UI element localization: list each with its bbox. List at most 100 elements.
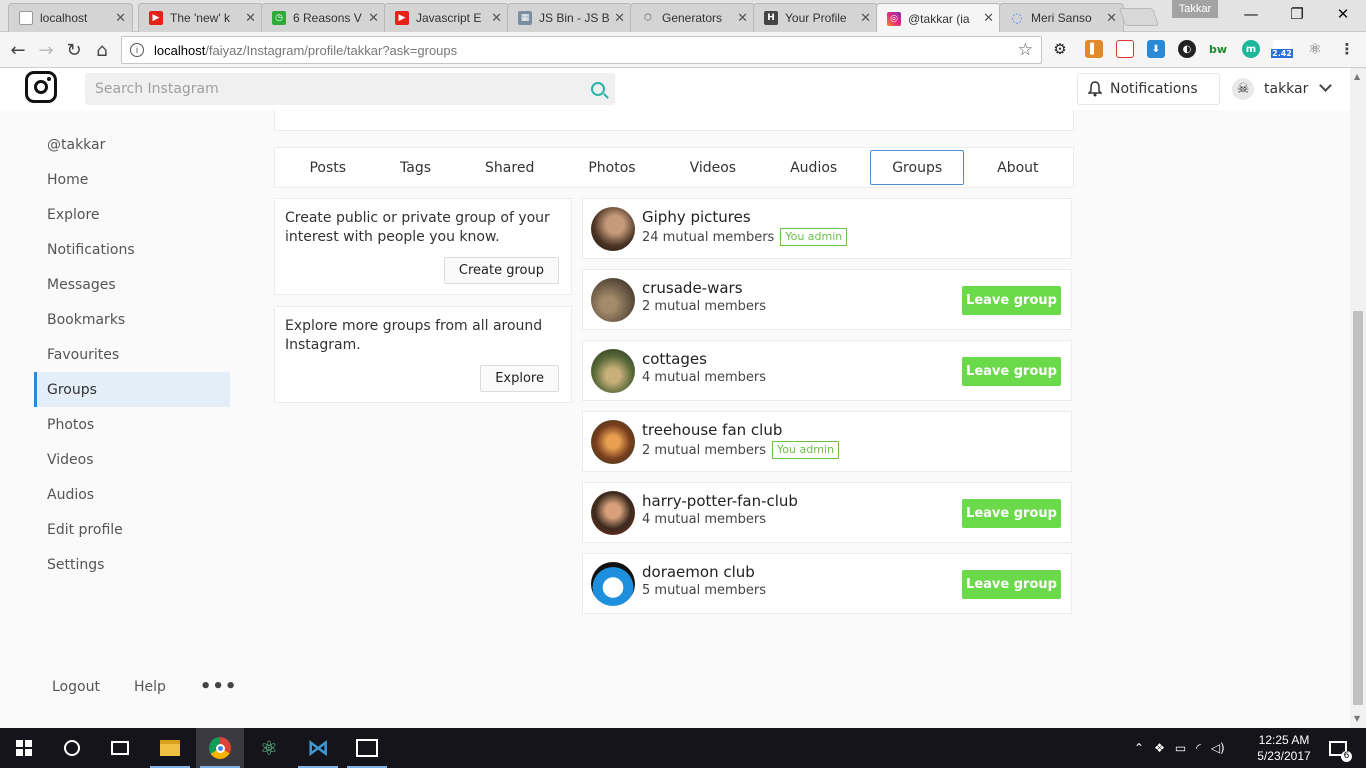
bw-extension-icon[interactable]: bw [1209, 40, 1227, 58]
sidebar-item-groups[interactable]: Groups [34, 372, 230, 407]
scroll-down-icon[interactable]: ▼ [1354, 714, 1360, 723]
group-item[interactable]: crusade-wars 2 mutual members Leave grou… [582, 269, 1072, 330]
browser-tab[interactable]: ▶ The 'new' k ✕ [138, 3, 263, 32]
close-icon[interactable]: ✕ [115, 11, 126, 26]
more-icon[interactable]: ••• [200, 676, 238, 697]
sidebar-item-profile[interactable]: @takkar [34, 127, 230, 162]
m-extension-icon[interactable]: m [1242, 40, 1260, 58]
window-close-icon[interactable]: ✕ [1320, 0, 1366, 28]
url-bar[interactable]: i localhost/faiyaz/Instagram/profile/tak… [121, 36, 1042, 64]
tab-photos[interactable]: Photos [567, 150, 656, 185]
group-item[interactable]: Giphy pictures 24 mutual members You adm… [582, 198, 1072, 259]
extension-icon[interactable]: ⚛ [1306, 40, 1324, 58]
tab-tags[interactable]: Tags [379, 150, 452, 185]
page-scrollbar[interactable]: ▲ ▼ [1350, 68, 1366, 728]
tab-shared[interactable]: Shared [464, 150, 555, 185]
close-icon[interactable]: ✕ [737, 11, 748, 26]
close-icon[interactable]: ✕ [368, 11, 379, 26]
help-link[interactable]: Help [134, 679, 166, 695]
sidebar-item-edit-profile[interactable]: Edit profile [34, 512, 230, 547]
sidebar-item-audios[interactable]: Audios [34, 477, 230, 512]
browser-tab[interactable]: ◌ Meri Sanso ✕ [999, 3, 1124, 32]
scroll-up-icon[interactable]: ▲ [1354, 72, 1360, 81]
close-icon[interactable]: ✕ [614, 11, 625, 26]
user-menu-button[interactable]: ☠ takkar [1226, 73, 1346, 105]
sidebar-item-settings[interactable]: Settings [34, 547, 230, 582]
group-item[interactable]: treehouse fan club 2 mutual members You … [582, 411, 1072, 472]
menu-icon[interactable]: ⋮ [1338, 40, 1356, 58]
forward-icon[interactable]: → [34, 38, 58, 62]
close-icon[interactable]: ✕ [245, 11, 256, 26]
instagram-logo[interactable] [25, 71, 57, 103]
chevron-up-icon[interactable]: ⌃ [1134, 741, 1144, 755]
browser-tab[interactable]: H Your Profile ✕ [753, 3, 878, 32]
tab-posts[interactable]: Posts [288, 150, 367, 185]
chrome-icon[interactable] [196, 728, 244, 768]
close-icon[interactable]: ✕ [983, 11, 994, 26]
minimize-icon[interactable]: — [1228, 0, 1274, 28]
new-tab-button[interactable] [1118, 8, 1160, 26]
cortana-icon[interactable] [48, 728, 96, 768]
close-icon[interactable]: ✕ [491, 11, 502, 26]
volume-icon[interactable]: ◁) [1211, 741, 1225, 755]
browser-tab[interactable]: ▦ JS Bin - JS B ✕ [507, 3, 632, 32]
browser-tab-active[interactable]: ◎ @takkar (ia ✕ [876, 3, 1001, 33]
reload-icon[interactable]: ↻ [62, 38, 86, 62]
atom-icon[interactable]: ⚛ [245, 728, 293, 768]
notifications-button[interactable]: Notifications [1077, 73, 1220, 105]
gear-extension-icon[interactable]: ⚙ [1051, 40, 1069, 58]
extension-icon[interactable]: ▌ [1085, 40, 1103, 58]
battery-icon[interactable]: ▭ [1175, 741, 1186, 755]
create-group-button[interactable]: Create group [443, 257, 559, 284]
tab-groups[interactable]: Groups [870, 150, 965, 185]
group-item[interactable]: cottages 4 mutual members Leave group [582, 340, 1072, 401]
group-name[interactable]: cottages [642, 350, 707, 368]
info-icon[interactable]: i [130, 43, 144, 57]
bookmark-star-icon[interactable]: ☆ [1018, 40, 1033, 60]
group-item[interactable]: harry-potter-fan-club 4 mutual members L… [582, 482, 1072, 543]
calendar-extension-icon[interactable] [1116, 40, 1134, 58]
wifi-icon[interactable]: ◜ [1196, 741, 1201, 755]
stats-extension-icon[interactable]: 2.42 [1271, 40, 1293, 58]
group-name[interactable]: doraemon club [642, 563, 755, 581]
browser-tab[interactable]: ⬡ Generators ✕ [630, 3, 755, 32]
explore-button[interactable]: Explore [480, 365, 559, 392]
close-icon[interactable]: ✕ [1106, 11, 1117, 26]
windows-start-icon[interactable] [0, 728, 48, 768]
home-icon[interactable]: ⌂ [90, 38, 114, 62]
leave-group-button[interactable]: Leave group [962, 357, 1061, 386]
group-name[interactable]: treehouse fan club [642, 421, 782, 439]
sidebar-item-notifications[interactable]: Notifications [34, 232, 230, 267]
photos-app-icon[interactable] [343, 728, 391, 768]
leave-group-button[interactable]: Leave group [962, 499, 1061, 528]
action-center-icon[interactable]: 6 [1318, 728, 1358, 768]
extension-icon[interactable]: ◐ [1178, 40, 1196, 58]
leave-group-button[interactable]: Leave group [962, 570, 1061, 599]
browser-tab[interactable]: localhost ✕ [8, 3, 133, 32]
search-icon[interactable] [591, 82, 605, 96]
sidebar-item-favourites[interactable]: Favourites [34, 337, 230, 372]
browser-tab[interactable]: ▶ Javascript E ✕ [384, 3, 509, 32]
sidebar-item-videos[interactable]: Videos [34, 442, 230, 477]
logout-link[interactable]: Logout [52, 679, 100, 695]
task-view-icon[interactable] [96, 728, 144, 768]
taskbar-clock[interactable]: 12:25 AM 5/23/2017 [1250, 732, 1318, 764]
sidebar-item-bookmarks[interactable]: Bookmarks [34, 302, 230, 337]
search-input[interactable] [95, 81, 591, 97]
tab-audios[interactable]: Audios [769, 150, 858, 185]
leave-group-button[interactable]: Leave group [962, 286, 1061, 315]
sidebar-item-explore[interactable]: Explore [34, 197, 230, 232]
vscode-icon[interactable]: ⋈ [294, 728, 342, 768]
tab-videos[interactable]: Videos [669, 150, 758, 185]
group-name[interactable]: Giphy pictures [642, 208, 751, 226]
group-item[interactable]: doraemon club 5 mutual members Leave gro… [582, 553, 1072, 614]
download-icon[interactable]: ⬇ [1147, 40, 1165, 58]
tab-about[interactable]: About [976, 150, 1059, 185]
scroll-thumb[interactable] [1353, 311, 1363, 705]
browser-tab[interactable]: ◷ 6 Reasons V ✕ [261, 3, 386, 32]
close-icon[interactable]: ✕ [860, 11, 871, 26]
sidebar-item-home[interactable]: Home [34, 162, 230, 197]
back-icon[interactable]: ← [6, 38, 30, 62]
maximize-icon[interactable]: ❐ [1274, 0, 1320, 28]
browser-profile-badge[interactable]: Takkar [1172, 0, 1218, 18]
